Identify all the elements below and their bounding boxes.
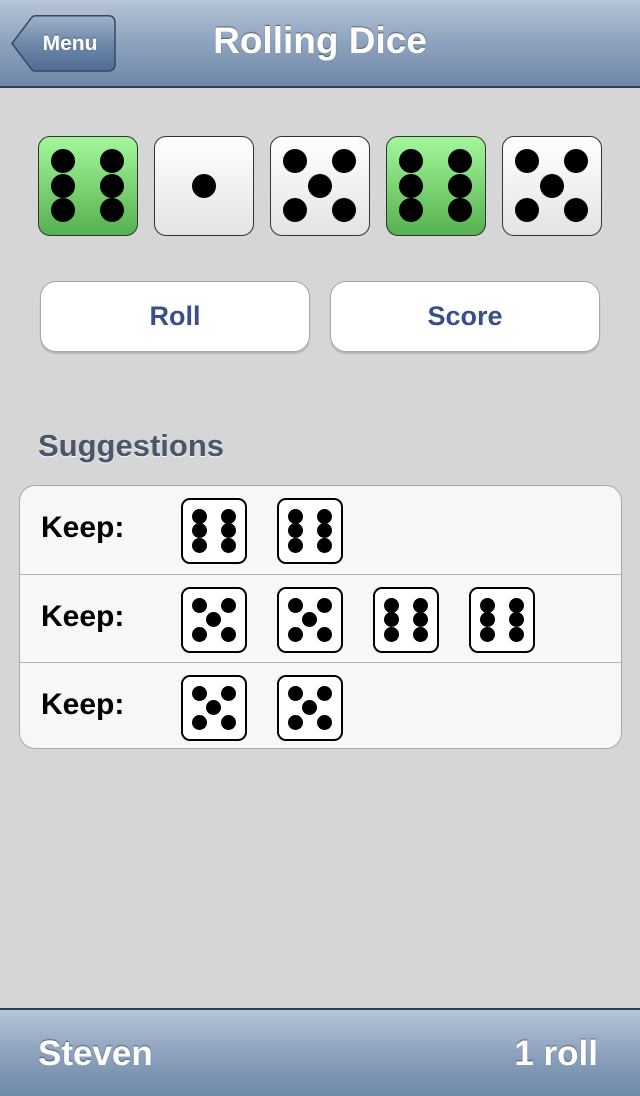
die-pip: [383, 626, 399, 642]
die-pip: [508, 612, 524, 627]
die-pip: [316, 537, 332, 553]
die-pip: [287, 597, 303, 613]
die-pip: [220, 537, 236, 553]
die-pip: [383, 597, 399, 613]
die-pip: [220, 523, 236, 538]
die-pip: [51, 149, 75, 173]
die-pip: [220, 508, 236, 524]
die-pip: [220, 685, 236, 701]
die-pip: [539, 173, 564, 198]
die-pip: [191, 714, 207, 730]
die-pip: [287, 508, 303, 524]
die-pip: [515, 198, 539, 222]
die-pip: [220, 597, 236, 613]
die-3[interactable]: [270, 136, 370, 236]
die-pip: [448, 198, 472, 222]
suggested-die: [373, 587, 439, 653]
keep-label: Keep:: [41, 511, 125, 544]
suggested-die: [277, 587, 343, 653]
die-pip: [220, 714, 236, 730]
navigation-bar: Menu Rolling Dice: [0, 0, 640, 88]
die-pip: [316, 714, 332, 730]
die-pip: [448, 149, 472, 173]
die-pip: [412, 626, 428, 642]
suggestion-row[interactable]: Keep:: [20, 574, 621, 662]
die-pip: [206, 700, 221, 715]
die-pip: [287, 523, 303, 538]
die-pip: [316, 685, 332, 701]
die-pip: [316, 523, 332, 538]
die-pip: [283, 198, 307, 222]
die-pip: [287, 537, 303, 553]
die-1[interactable]: [38, 136, 138, 236]
die-pip: [191, 537, 207, 553]
keep-label: Keep:: [41, 688, 125, 721]
die-pip: [302, 700, 317, 715]
die-pip: [206, 612, 221, 627]
suggestions-heading: Suggestions: [38, 428, 225, 463]
die-pip: [479, 597, 495, 613]
die-pip: [479, 612, 495, 627]
die-pip: [399, 173, 423, 198]
die-pip: [383, 612, 399, 627]
die-pip: [191, 523, 207, 538]
die-pip: [316, 597, 332, 613]
die-pip: [100, 173, 124, 198]
player-name: Steven: [38, 1034, 153, 1073]
die-2[interactable]: [154, 136, 254, 236]
page-title: Rolling Dice: [213, 20, 427, 61]
die-pip: [302, 612, 317, 627]
die-pip: [307, 173, 332, 198]
die-pip: [448, 173, 472, 198]
die-pip: [479, 626, 495, 642]
die-pip: [332, 149, 356, 173]
die-pip: [399, 149, 423, 173]
die-pip: [564, 149, 588, 173]
suggestions-table: Keep: Keep: Keep:: [19, 485, 622, 749]
keep-label: Keep:: [41, 600, 125, 633]
die-pip: [100, 198, 124, 222]
suggested-die: [277, 675, 343, 741]
die-pip: [283, 149, 307, 173]
die-pip: [508, 597, 524, 613]
suggested-die: [181, 498, 247, 564]
die-pip: [564, 198, 588, 222]
die-pip: [412, 597, 428, 613]
die-pip: [399, 198, 423, 222]
roll-count: 1 roll: [514, 1034, 598, 1073]
die-pip: [316, 508, 332, 524]
roll-button[interactable]: Roll: [40, 281, 310, 352]
die-pip: [191, 508, 207, 524]
die-pip: [51, 173, 75, 198]
die-pip: [412, 612, 428, 627]
suggested-die: [181, 587, 247, 653]
suggestion-row[interactable]: Keep:: [20, 662, 621, 748]
bottom-toolbar: Steven 1 roll: [0, 1008, 640, 1096]
die-pip: [191, 685, 207, 701]
die-5[interactable]: [502, 136, 602, 236]
die-pip: [191, 597, 207, 613]
die-pip: [51, 198, 75, 222]
die-pip: [287, 626, 303, 642]
suggested-die: [277, 498, 343, 564]
die-pip: [515, 149, 539, 173]
die-pip: [191, 173, 216, 198]
die-pip: [100, 149, 124, 173]
die-pip: [332, 198, 356, 222]
die-pip: [316, 626, 332, 642]
die-pip: [508, 626, 524, 642]
die-pip: [287, 714, 303, 730]
die-4[interactable]: [386, 136, 486, 236]
score-button[interactable]: Score: [330, 281, 600, 352]
die-pip: [287, 685, 303, 701]
die-pip: [220, 626, 236, 642]
suggested-die: [469, 587, 535, 653]
suggested-die: [181, 675, 247, 741]
suggestion-row[interactable]: Keep:: [20, 486, 621, 574]
die-pip: [191, 626, 207, 642]
